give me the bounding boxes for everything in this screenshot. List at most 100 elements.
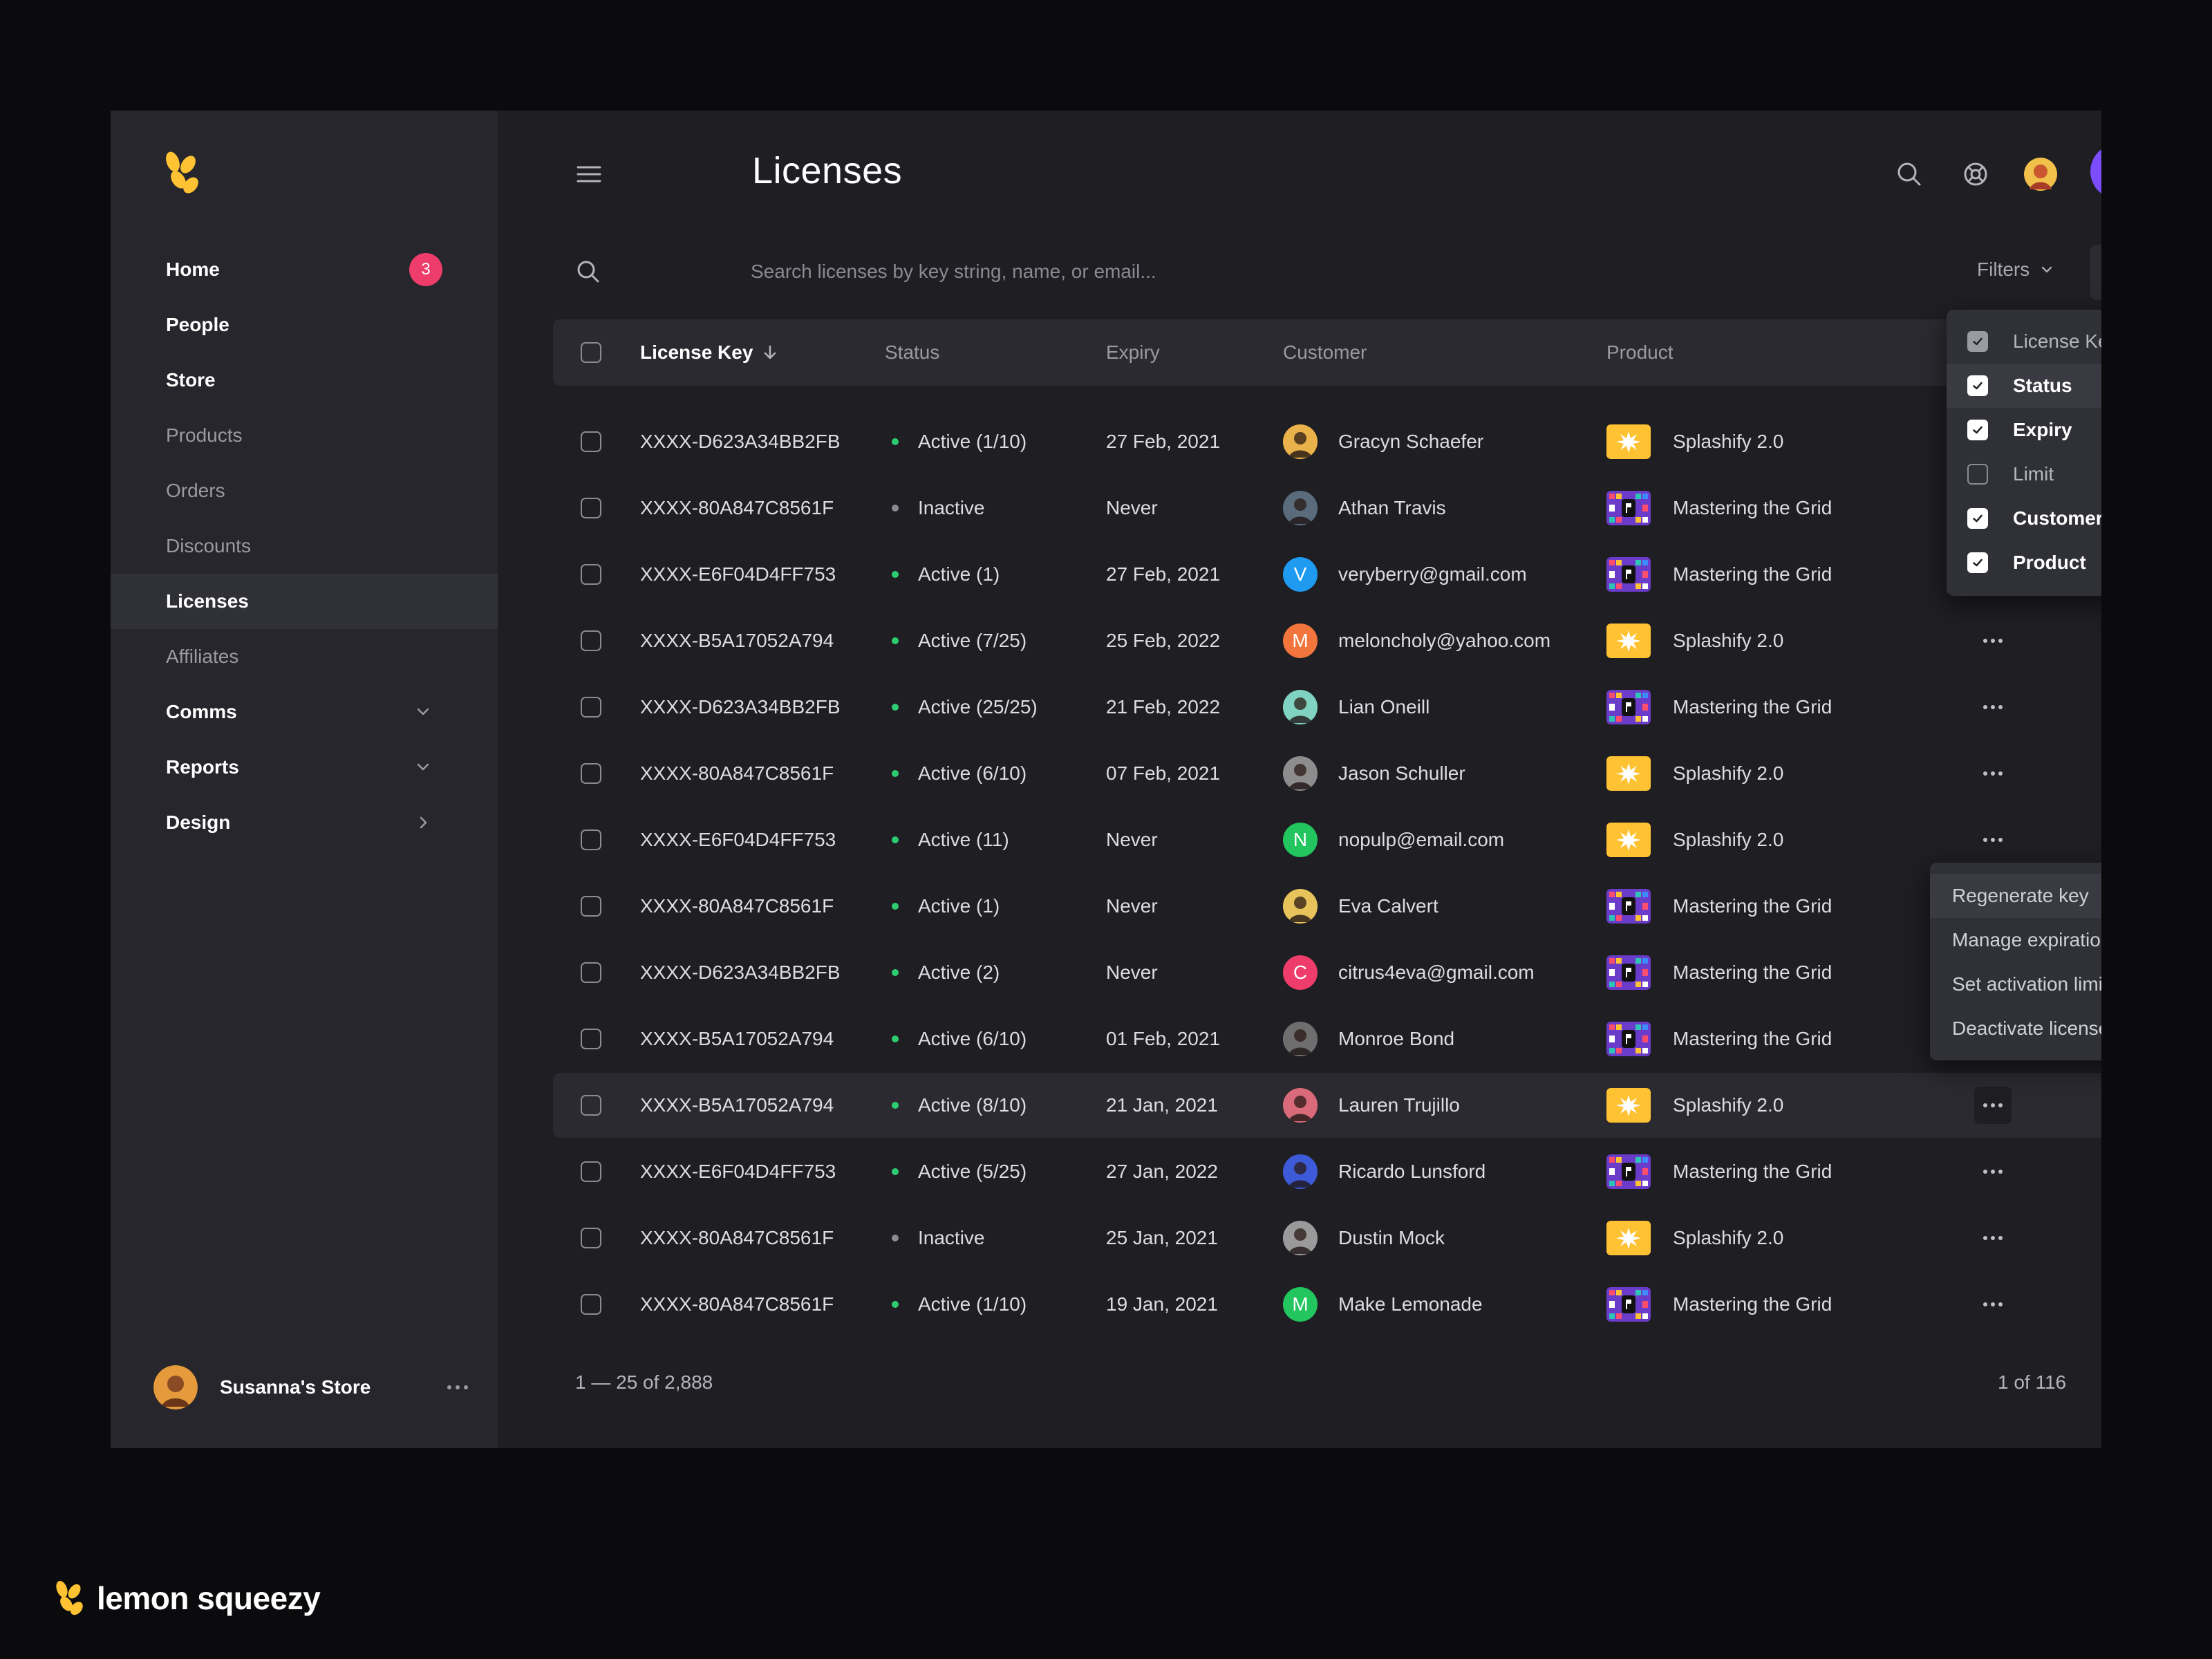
customer[interactable]: Lian Oneill xyxy=(1283,675,1430,740)
help-icon[interactable] xyxy=(1959,158,1992,191)
sidebar-item-discounts[interactable]: Discounts xyxy=(111,518,498,574)
column-toggle-customer[interactable]: Customer xyxy=(1947,496,2101,541)
column-header-product[interactable]: Product xyxy=(1606,319,1674,386)
store-switcher[interactable]: Susanna's Store xyxy=(153,1363,471,1412)
customer[interactable]: Eva Calvert xyxy=(1283,874,1438,939)
product[interactable]: Splashify 2.0 xyxy=(1606,1073,1783,1138)
row-checkbox[interactable] xyxy=(581,431,601,452)
column-header-license-key[interactable]: License Key xyxy=(640,319,780,386)
menu-checkbox[interactable] xyxy=(1967,508,1988,529)
product[interactable]: Mastering the Grid xyxy=(1606,874,1832,939)
table-row[interactable]: XXXX-80A847C8561F Inactive 25 Jan, 2021 … xyxy=(553,1206,2101,1271)
search-icon[interactable] xyxy=(1893,158,1926,191)
menu-checkbox[interactable] xyxy=(1967,331,1988,352)
customer[interactable]: Monroe Bond xyxy=(1283,1006,1454,1071)
product[interactable]: Mastering the Grid xyxy=(1606,542,1832,607)
table-row[interactable]: XXXX-E6F04D4FF753 Active (1) 27 Feb, 202… xyxy=(553,542,2101,607)
column-toggle-status[interactable]: Status xyxy=(1947,364,2101,408)
row-checkbox[interactable] xyxy=(581,564,601,585)
sidebar-item-products[interactable]: Products xyxy=(111,408,498,463)
table-row[interactable]: XXXX-D623A34BB2FB Active (2) Never C cit… xyxy=(553,940,2101,1005)
customer[interactable]: M Make Lemonade xyxy=(1283,1272,1483,1337)
row-actions-button[interactable] xyxy=(1974,688,2012,726)
menu-item-regenerate-key[interactable]: Regenerate key xyxy=(1930,874,2101,918)
table-row[interactable]: XXXX-E6F04D4FF753 Active (5/25) 27 Jan, … xyxy=(553,1139,2101,1204)
row-checkbox[interactable] xyxy=(581,1294,601,1315)
avatar[interactable] xyxy=(2024,158,2057,191)
column-toggle-expiry[interactable]: Expiry xyxy=(1947,408,2101,452)
menu-icon[interactable] xyxy=(575,160,603,188)
table-row[interactable]: XXXX-80A847C8561F Inactive Never Athan T… xyxy=(553,476,2101,541)
sidebar-item-licenses[interactable]: Licenses xyxy=(111,574,498,629)
menu-checkbox[interactable] xyxy=(1967,464,1988,485)
row-actions-button[interactable] xyxy=(1974,1219,2012,1257)
product[interactable]: Mastering the Grid xyxy=(1606,675,1832,740)
lemon-squeezy-logo-icon[interactable] xyxy=(163,149,202,196)
sidebar-item-store[interactable]: Store xyxy=(111,353,498,408)
sidebar-item-design[interactable]: Design xyxy=(111,795,498,850)
table-row[interactable]: XXXX-E6F04D4FF753 Active (11) Never N no… xyxy=(553,807,2101,872)
select-all-checkbox[interactable] xyxy=(581,342,601,363)
column-options-button[interactable] xyxy=(2090,245,2101,300)
customer[interactable]: C citrus4eva@gmail.com xyxy=(1283,940,1535,1005)
customer[interactable]: V veryberry@gmail.com xyxy=(1283,542,1527,607)
table-row[interactable]: XXXX-80A847C8561F Active (1/10) 19 Jan, … xyxy=(553,1272,2101,1337)
sidebar-item-home[interactable]: Home 3 xyxy=(111,242,498,297)
row-checkbox[interactable] xyxy=(581,697,601,718)
table-row[interactable]: XXXX-80A847C8561F Active (1) Never Eva C… xyxy=(553,874,2101,939)
product[interactable]: Mastering the Grid xyxy=(1606,940,1832,1005)
row-actions-button[interactable] xyxy=(1974,1087,2012,1124)
menu-checkbox[interactable] xyxy=(1967,420,1988,440)
column-toggle-limit[interactable]: Limit xyxy=(1947,452,2101,496)
row-checkbox[interactable] xyxy=(581,763,601,784)
more-horizontal-icon[interactable] xyxy=(444,1377,471,1398)
row-actions-button[interactable] xyxy=(1974,1153,2012,1190)
product[interactable]: Splashify 2.0 xyxy=(1606,608,1783,673)
row-checkbox[interactable] xyxy=(581,1029,601,1049)
table-row[interactable]: XXXX-D623A34BB2FB Active (1/10) 27 Feb, … xyxy=(553,409,2101,474)
product[interactable]: Splashify 2.0 xyxy=(1606,1206,1783,1271)
row-actions-button[interactable] xyxy=(1974,1286,2012,1323)
sidebar-item-reports[interactable]: Reports xyxy=(111,740,498,795)
row-actions-button[interactable] xyxy=(1974,622,2012,659)
row-checkbox[interactable] xyxy=(581,498,601,518)
row-checkbox[interactable] xyxy=(581,962,601,983)
sidebar-item-people[interactable]: People xyxy=(111,297,498,353)
table-row[interactable]: XXXX-B5A17052A794 Active (7/25) 25 Feb, … xyxy=(553,608,2101,673)
column-header-status[interactable]: Status xyxy=(885,319,939,386)
menu-checkbox[interactable] xyxy=(1967,552,1988,573)
table-row[interactable]: XXXX-B5A17052A794 Active (6/10) 01 Feb, … xyxy=(553,1006,2101,1071)
customer[interactable]: Lauren Trujillo xyxy=(1283,1073,1460,1138)
menu-checkbox[interactable] xyxy=(1967,375,1988,396)
row-checkbox[interactable] xyxy=(581,1228,601,1248)
product[interactable]: Mastering the Grid xyxy=(1606,1006,1832,1071)
column-header-customer[interactable]: Customer xyxy=(1283,319,1367,386)
row-checkbox[interactable] xyxy=(581,896,601,917)
menu-item-set-activation-limit[interactable]: Set activation limit xyxy=(1930,962,2101,1006)
menu-item-manage-expiration[interactable]: Manage expiration xyxy=(1930,918,2101,962)
row-actions-button[interactable] xyxy=(1974,821,2012,859)
search-input[interactable] xyxy=(751,254,1788,289)
table-row[interactable]: XXXX-B5A17052A794 Active (8/10) 21 Jan, … xyxy=(553,1073,2101,1138)
customer[interactable]: M meloncholy@yahoo.com xyxy=(1283,608,1550,673)
customer[interactable]: Jason Schuller xyxy=(1283,741,1465,806)
product[interactable]: Splashify 2.0 xyxy=(1606,807,1783,872)
sidebar-item-comms[interactable]: Comms xyxy=(111,684,498,740)
row-checkbox[interactable] xyxy=(581,1161,601,1182)
product[interactable]: Splashify 2.0 xyxy=(1606,409,1783,474)
product[interactable]: Splashify 2.0 xyxy=(1606,741,1783,806)
product[interactable]: Mastering the Grid xyxy=(1606,1272,1832,1337)
filters-dropdown[interactable]: Filters xyxy=(1977,259,2056,281)
product[interactable]: Mastering the Grid xyxy=(1606,476,1832,541)
product[interactable]: Mastering the Grid xyxy=(1606,1139,1832,1204)
menu-item-deactivate-license[interactable]: Deactivate license xyxy=(1930,1006,2101,1051)
customer[interactable]: Ricardo Lunsford xyxy=(1283,1139,1485,1204)
customer[interactable]: Gracyn Schaefer xyxy=(1283,409,1483,474)
row-actions-button[interactable] xyxy=(1974,755,2012,792)
row-checkbox[interactable] xyxy=(581,1095,601,1116)
column-toggle-license-key[interactable]: License Key xyxy=(1947,319,2101,364)
column-toggle-product[interactable]: Product xyxy=(1947,541,2101,585)
sidebar-item-orders[interactable]: Orders xyxy=(111,463,498,518)
sidebar-item-affiliates[interactable]: Affiliates xyxy=(111,629,498,684)
row-checkbox[interactable] xyxy=(581,630,601,651)
